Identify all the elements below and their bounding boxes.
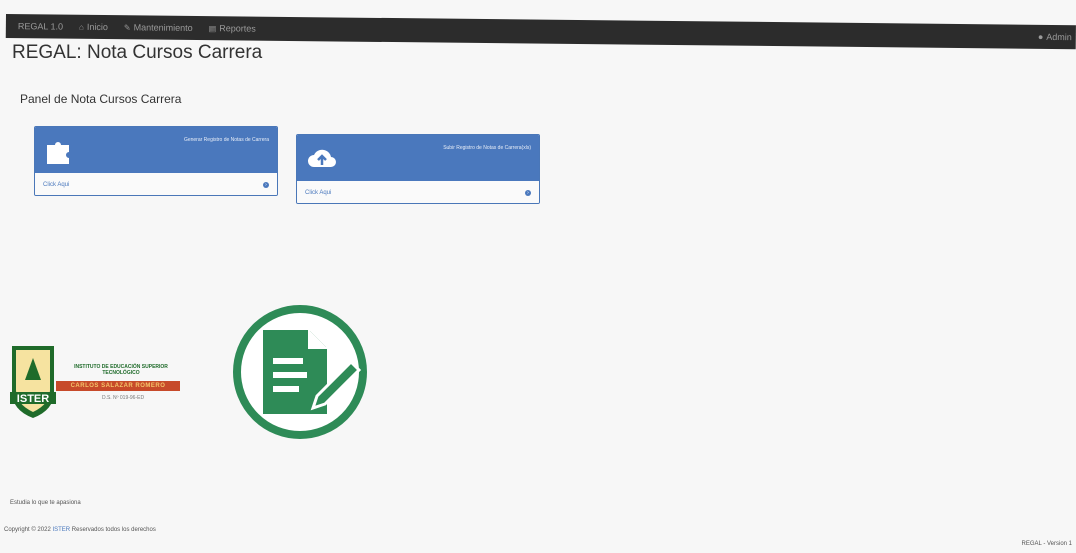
card-label: Subir Registro de Notas de Carrera(xls): [443, 145, 531, 151]
wrench-icon: ✎: [123, 22, 131, 32]
card-subir-registro: Subir Registro de Notas de Carrera(xls) …: [296, 134, 540, 204]
card-footer-link[interactable]: Click Aqui ›: [35, 173, 277, 195]
click-aqui-link[interactable]: Click Aqui: [43, 182, 69, 188]
footer-copyright: Copyright © 2022 ISTER Reservados todos …: [4, 527, 156, 533]
logo-institute-name: INSTITUTO DE EDUCACIÓN SUPERIOR TECNOLÓG…: [74, 364, 168, 376]
arrow-right-icon: ›: [263, 182, 269, 188]
document-edit-icon: [233, 305, 367, 439]
card-footer-link[interactable]: Click Aqui ›: [297, 181, 539, 203]
nav-item-inicio[interactable]: ⌂ Inicio: [79, 22, 108, 32]
nav-item-label: Reportes: [219, 23, 256, 34]
card-label: Generar Registro de Notas de Carrera: [183, 137, 269, 143]
puzzle-icon: [47, 142, 69, 164]
logo-decree: D.S. Nº 019-96-ED: [101, 395, 145, 401]
copyright-suffix: Reservados todos los derechos: [71, 527, 156, 533]
user-label: Admin: [1046, 31, 1072, 43]
user-menu[interactable]: ● Admin: [1038, 32, 1072, 42]
nav-item-label: Inicio: [86, 21, 108, 33]
nav-item-label: Mantenimiento: [133, 22, 193, 33]
cloud-upload-icon: [308, 149, 336, 167]
copyright-prefix: Copyright © 2022: [4, 527, 51, 533]
home-icon: ⌂: [79, 22, 84, 32]
arrow-right-icon: ›: [525, 190, 531, 196]
navbar-brand[interactable]: REGAL 1.0: [18, 21, 63, 31]
logo-badge-text: ISTER: [17, 393, 49, 405]
card-header: Generar Registro de Notas de Carrera: [35, 127, 277, 173]
panel-heading: Panel de Nota Cursos Carrera: [20, 92, 182, 106]
card-header: Subir Registro de Notas de Carrera(xls): [297, 135, 539, 181]
card-generar-registro: Generar Registro de Notas de Carrera Cli…: [34, 126, 278, 196]
nav-item-mantenimiento[interactable]: ✎ Mantenimiento: [124, 22, 193, 33]
footer-version: REGAL - Version 1: [1021, 541, 1072, 547]
report-icon: ▤: [208, 23, 217, 33]
click-aqui-link[interactable]: Click Aqui: [305, 190, 331, 196]
page-title: REGAL: Nota Cursos Carrera: [12, 42, 263, 63]
logo-school-name: CARLOS SALAZAR ROMERO: [56, 381, 180, 391]
footer-tagline: Estudia lo que te apasiona: [10, 500, 81, 506]
nav-item-reportes[interactable]: ▤ Reportes: [209, 23, 256, 33]
user-icon: ●: [1037, 31, 1044, 42]
ister-link[interactable]: ISTER: [52, 527, 70, 533]
